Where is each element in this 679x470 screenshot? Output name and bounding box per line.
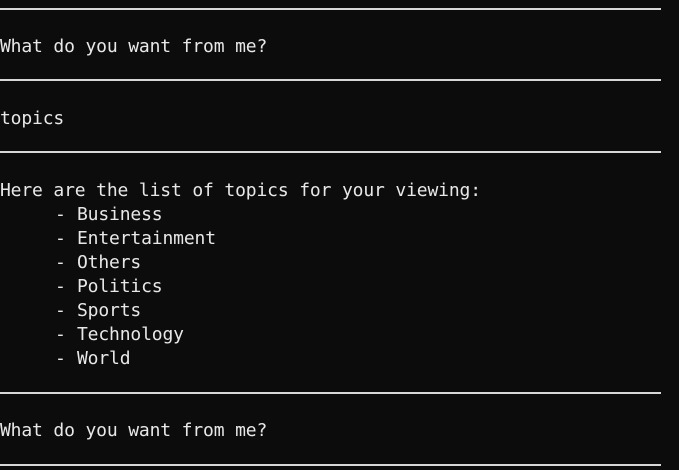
bullet-dash: - bbox=[55, 348, 66, 369]
bullet-dash: - bbox=[55, 300, 66, 321]
user-input-text: topics bbox=[0, 108, 65, 129]
topic-label: Technology bbox=[77, 324, 184, 345]
topic-label: Politics bbox=[77, 276, 163, 297]
prompt-text: What do you want from me? bbox=[0, 36, 268, 57]
bullet-dash: - bbox=[55, 276, 66, 297]
topic-item-politics: - Politics bbox=[55, 275, 163, 299]
bullet-dash: - bbox=[55, 228, 66, 249]
bullet-dash: - bbox=[55, 324, 66, 345]
separator-line bbox=[0, 464, 661, 466]
separator-line bbox=[0, 151, 661, 153]
topic-label: Entertainment bbox=[77, 228, 216, 249]
topic-label: Business bbox=[77, 204, 163, 225]
topic-label: World bbox=[77, 348, 131, 369]
bullet-dash: - bbox=[55, 204, 66, 225]
topic-item-business: - Business bbox=[55, 203, 163, 227]
topic-item-entertainment: - Entertainment bbox=[55, 227, 216, 251]
separator-line bbox=[0, 8, 661, 10]
topic-item-others: - Others bbox=[55, 251, 141, 275]
topic-item-world: - World bbox=[55, 347, 131, 371]
topic-label: Sports bbox=[77, 300, 142, 321]
separator-line bbox=[0, 392, 661, 394]
topic-item-technology: - Technology bbox=[55, 323, 184, 347]
topic-label: Others bbox=[77, 252, 142, 273]
bullet-dash: - bbox=[55, 252, 66, 273]
topic-item-sports: - Sports bbox=[55, 299, 141, 323]
separator-line bbox=[0, 79, 661, 81]
prompt-text: What do you want from me? bbox=[0, 420, 268, 441]
response-header: Here are the list of topics for your vie… bbox=[0, 180, 481, 201]
